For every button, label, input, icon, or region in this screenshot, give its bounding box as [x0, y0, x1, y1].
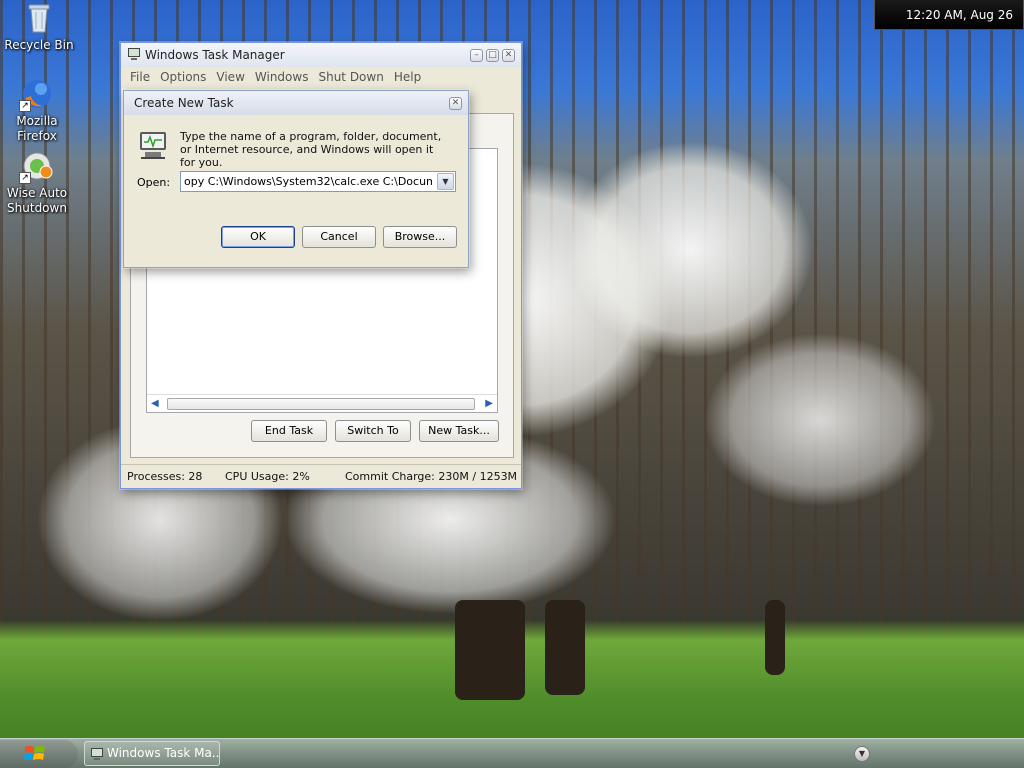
dialog-title: Create New Task: [134, 96, 234, 110]
close-button[interactable]: ✕: [502, 48, 515, 62]
status-cpu: CPU Usage: 2%: [225, 470, 310, 483]
dropdown-arrow-icon[interactable]: ▼: [437, 173, 454, 190]
desktop-icon-firefox[interactable]: ↗ Mozilla Firefox: [0, 78, 74, 144]
status-commit: Commit Charge: 230M / 1253M: [345, 470, 518, 483]
menubar: File Options View Windows Shut Down Help: [121, 67, 521, 87]
clock-gadget[interactable]: 12:20 AM, Aug 26: [874, 0, 1024, 30]
scroll-thumb[interactable]: [167, 398, 475, 410]
dialog-description: Type the name of a program, folder, docu…: [180, 130, 442, 169]
start-button[interactable]: [0, 740, 78, 768]
ok-button[interactable]: OK: [221, 226, 295, 248]
scroll-left-icon[interactable]: ◀: [151, 398, 159, 409]
desktop-icon-label: Recycle Bin: [4, 38, 74, 52]
recycle-bin-icon: [23, 2, 55, 34]
shortcut-arrow-icon: ↗: [19, 100, 31, 112]
tree-trunk: [455, 600, 525, 700]
windows-logo-icon: [24, 746, 45, 760]
scroll-right-icon[interactable]: ▶: [485, 398, 493, 409]
desktop-icon-wise-auto-shutdown[interactable]: ↗ Wise Auto Shutdown: [0, 150, 74, 216]
wise-auto-shutdown-icon: ↗: [19, 150, 53, 184]
tray-expand-icon[interactable]: ▼: [854, 746, 870, 762]
taskbar-item-label: Windows Task Ma...: [107, 746, 220, 760]
create-new-task-dialog[interactable]: Create New Task ✕ Type the name of a pro…: [123, 90, 469, 268]
menu-windows[interactable]: Windows: [250, 70, 314, 84]
switch-to-button[interactable]: Switch To: [335, 420, 411, 442]
tree-trunk: [765, 600, 785, 675]
status-bar: Processes: 28 CPU Usage: 2% Commit Charg…: [121, 464, 521, 488]
tree-trunk: [545, 600, 585, 695]
open-label: Open:: [137, 176, 171, 189]
new-task-button[interactable]: New Task...: [419, 420, 499, 442]
window-title: Windows Task Manager: [145, 48, 285, 62]
menu-help[interactable]: Help: [389, 70, 426, 84]
taskbar: Windows Task Ma... ▼: [0, 738, 1024, 768]
desktop-icon-label: Mozilla Firefox: [16, 114, 58, 143]
horizontal-scrollbar[interactable]: ◀ ▶: [147, 394, 497, 412]
firefox-icon: ↗: [19, 78, 53, 112]
task-manager-titlebar[interactable]: Windows Task Manager – □ ✕: [121, 43, 521, 67]
menu-file[interactable]: File: [125, 70, 155, 84]
shortcut-arrow-icon: ↗: [19, 172, 31, 184]
status-processes: Processes: 28: [127, 470, 203, 483]
dialog-close-button[interactable]: ✕: [449, 96, 462, 110]
maximize-button[interactable]: □: [486, 48, 499, 62]
task-manager-icon: [91, 748, 103, 760]
menu-view[interactable]: View: [211, 70, 249, 84]
open-input[interactable]: [181, 172, 435, 191]
minimize-button[interactable]: –: [470, 48, 483, 62]
dialog-titlebar[interactable]: Create New Task ✕: [124, 91, 468, 115]
run-computer-icon: [137, 129, 169, 164]
clock-text: 12:20 AM, Aug 26: [905, 8, 1013, 22]
cancel-button[interactable]: Cancel: [302, 226, 376, 248]
desktop-icon-recycle-bin[interactable]: Recycle Bin: [2, 2, 76, 53]
task-manager-icon: [127, 47, 141, 64]
end-task-button[interactable]: End Task: [251, 420, 327, 442]
menu-options[interactable]: Options: [155, 70, 211, 84]
open-combobox[interactable]: ▼: [180, 171, 456, 192]
taskbar-item-task-manager[interactable]: Windows Task Ma...: [84, 741, 220, 766]
desktop-icon-label: Wise Auto Shutdown: [6, 186, 68, 215]
menu-shut-down[interactable]: Shut Down: [313, 70, 388, 84]
browse-button[interactable]: Browse...: [383, 226, 457, 248]
